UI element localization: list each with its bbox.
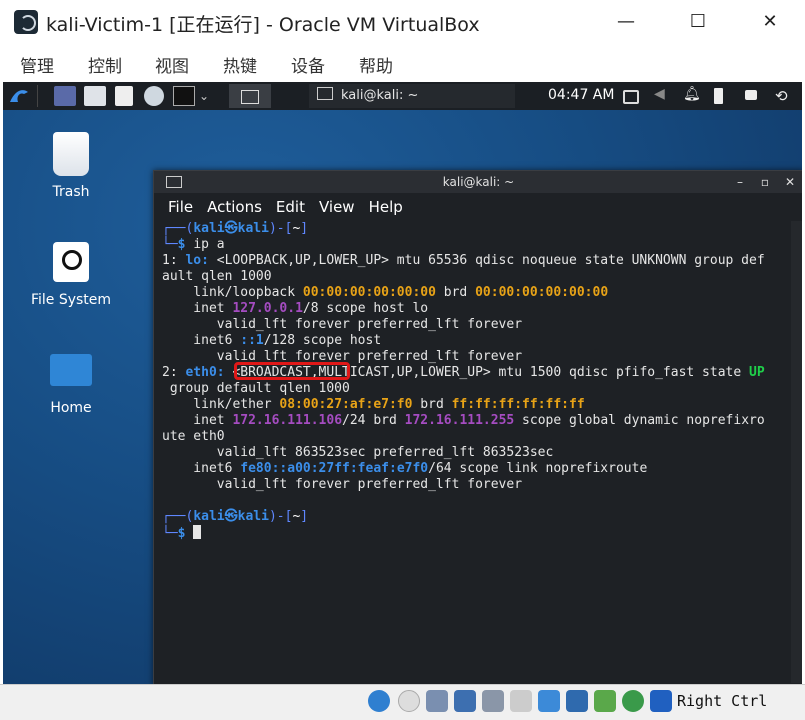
clock[interactable]: 04:47 AM <box>548 87 614 103</box>
vbox-statusbar: Right Ctrl <box>0 684 805 720</box>
cpu-icon[interactable] <box>594 690 616 712</box>
output-line: valid_lft forever preferred_lft forever <box>162 317 523 332</box>
minimize-button[interactable]: — <box>606 8 646 36</box>
terminal-title: kali@kali: ~ <box>442 175 515 189</box>
desktop-icon-home[interactable]: Home <box>26 354 116 416</box>
output-line: 1: lo: <LOOPBACK,UP,LOWER_UP> mtu 65536 … <box>162 253 765 268</box>
terminal-menu-file[interactable]: File <box>168 193 193 221</box>
vbox-title-bar: kali-Victim-1 [正在运行] - Oracle VM Virtual… <box>0 0 805 44</box>
output-line: link/loopback 00:00:00:00:00:00 brd 00:0… <box>162 285 609 300</box>
show-desktop-icon[interactable] <box>54 86 76 106</box>
kali-top-panel: ⌄ kali@kali: ~ 04:47 AM ◀ 🔔︎ ⟲ <box>3 82 802 110</box>
terminal-scrollbar[interactable] <box>791 221 802 683</box>
workspace-switcher[interactable] <box>229 84 271 108</box>
command-line[interactable]: └─$ <box>162 525 792 542</box>
menu-hotkeys[interactable]: 热键 <box>223 52 257 77</box>
menu-manage[interactable]: 管理 <box>20 52 54 77</box>
screen-icon[interactable] <box>538 690 560 712</box>
terminal-window[interactable]: kali@kali: ~ – ▫ ✕ File Actions Edit View He… <box>153 170 802 684</box>
notification-bell-icon[interactable]: 🔔︎ <box>683 86 701 106</box>
volume-icon[interactable]: ◀ <box>654 86 668 106</box>
trash-icon <box>53 132 89 176</box>
output-line: valid_lft 863523sec preferred_lft 863523… <box>162 445 554 460</box>
output-line: ault qlen 1000 <box>162 269 272 284</box>
network-icon[interactable] <box>454 690 476 712</box>
vm-display[interactable]: ⌄ kali@kali: ~ 04:47 AM ◀ 🔔︎ ⟲ Trash Fil… <box>3 82 802 684</box>
terminal-icon <box>317 87 333 100</box>
terminal-close-button[interactable]: ✕ <box>785 171 795 193</box>
maximize-button[interactable]: ☐ <box>678 8 718 36</box>
lock-icon[interactable] <box>745 90 757 100</box>
menu-devices[interactable]: 设备 <box>291 52 325 77</box>
menu-view[interactable]: 视图 <box>155 52 189 77</box>
terminal-menu-view[interactable]: View <box>319 193 355 221</box>
prompt-line: ┌──(kali㉿kali)-[~] <box>162 509 309 524</box>
terminal-menu-help[interactable]: Help <box>369 193 403 221</box>
output-line: inet6 fe80::a00:27ff:feaf:e7f0/64 scope … <box>162 461 648 476</box>
shared-folders-icon[interactable] <box>482 690 504 712</box>
command-line: └─$ ip a <box>162 237 225 252</box>
usb-icon[interactable] <box>426 690 448 712</box>
terminal-title-bar[interactable]: kali@kali: ~ – ▫ ✕ <box>154 171 802 193</box>
terminal-menubar: File Actions Edit View Help <box>154 193 802 221</box>
eth0-ip-address: 172.16.111.106 <box>232 413 343 428</box>
home-label: Home <box>50 400 92 416</box>
drive-icon <box>53 242 89 282</box>
output-line: inet 172.16.111.106/24 brd 172.16.111.25… <box>162 413 765 428</box>
terminal-output[interactable]: ┌──(kali㉿kali)-[~] └─$ ip a 1: lo: <LOOPBA… <box>154 221 792 684</box>
battery-icon[interactable] <box>714 88 723 104</box>
desktop-icon-filesystem[interactable]: File System <box>26 242 116 308</box>
mouse-integration-icon[interactable] <box>622 690 644 712</box>
menu-control[interactable]: 控制 <box>88 52 122 77</box>
text-editor-icon[interactable] <box>115 86 133 106</box>
terminal-menu-actions[interactable]: Actions <box>207 193 262 221</box>
output-line: inet 127.0.0.1/8 scope host lo <box>162 301 429 316</box>
output-line: link/ether 08:00:27:af:e7:f0 brd ff:ff:f… <box>162 397 585 412</box>
output-line: inet6 ::1/128 scope host <box>162 333 382 348</box>
recording-icon[interactable] <box>566 690 588 712</box>
home-folder-icon <box>50 354 92 386</box>
optical-drive-icon[interactable] <box>398 690 420 712</box>
audio-indicator-icon[interactable] <box>368 690 390 712</box>
filesystem-label: File System <box>30 292 112 308</box>
output-line: valid_lft forever preferred_lft forever <box>162 477 523 492</box>
terminal-launcher-icon[interactable] <box>173 86 195 106</box>
panel-separator <box>37 85 38 107</box>
desktop-icon-trash[interactable]: Trash <box>26 132 116 200</box>
output-line: ute eth0 <box>162 429 225 444</box>
keyboard-capture-icon[interactable] <box>650 690 672 712</box>
workspace-icon <box>241 90 259 104</box>
virtualbox-app-icon <box>14 10 38 34</box>
trash-label: Trash <box>52 184 90 200</box>
menu-help[interactable]: 帮助 <box>359 52 393 77</box>
browser-icon[interactable] <box>144 86 164 106</box>
prompt-line: ┌──(kali㉿kali)-[~] <box>162 221 309 236</box>
text-cursor <box>193 525 202 539</box>
window-title: kali-Victim-1 [正在运行] - Oracle VM Virtual… <box>46 14 480 36</box>
output-line: group default qlen 1000 <box>162 381 350 396</box>
taskbar-terminal-tab[interactable]: kali@kali: ~ <box>309 84 515 108</box>
ip-highlight-box <box>234 362 350 380</box>
taskbar-terminal-label: kali@kali: ~ <box>341 88 419 103</box>
kali-menu-icon[interactable] <box>7 84 31 108</box>
terminal-minimize-button[interactable]: – <box>737 171 743 193</box>
terminal-maximize-button[interactable]: ▫ <box>761 171 769 193</box>
close-button[interactable]: ✕ <box>750 8 790 36</box>
display-indicator-icon[interactable] <box>510 690 532 712</box>
vbox-menubar: 管理 控制 视图 热键 设备 帮助 <box>0 44 805 82</box>
terminal-window-icon <box>166 176 182 188</box>
file-manager-icon[interactable] <box>84 86 106 106</box>
display-icon[interactable] <box>623 90 639 104</box>
power-icon[interactable]: ⟲ <box>775 86 791 106</box>
host-key-label: Right Ctrl <box>677 692 768 710</box>
chevron-down-icon[interactable]: ⌄ <box>199 86 211 106</box>
terminal-menu-edit[interactable]: Edit <box>276 193 305 221</box>
